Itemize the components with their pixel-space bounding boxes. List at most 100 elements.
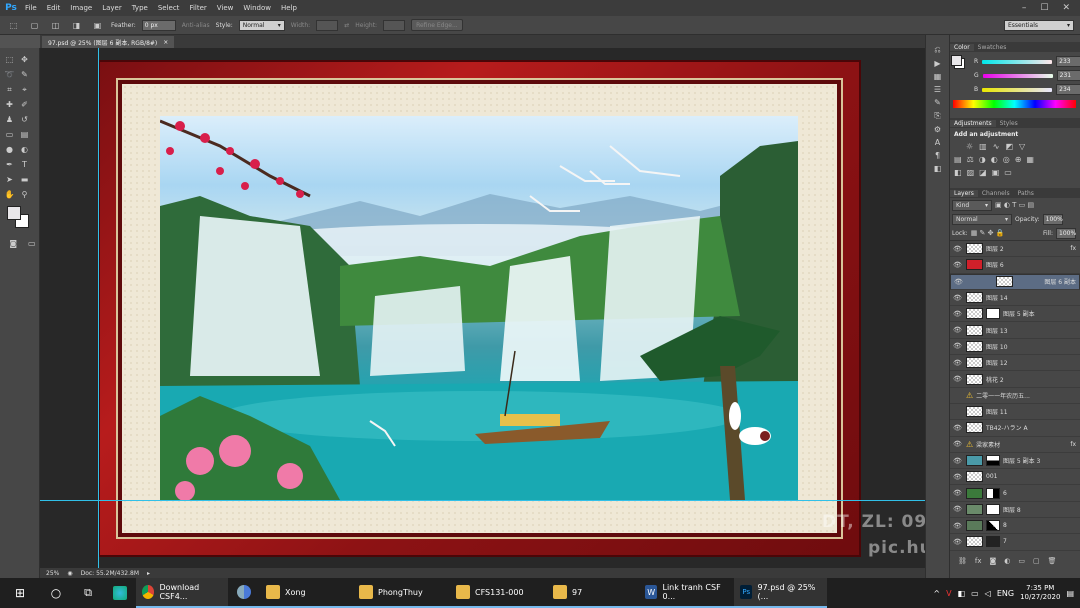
visibility-eye-icon[interactable]: 👁 — [953, 505, 963, 513]
g-value[interactable]: 231 — [1056, 70, 1080, 81]
properties-icon[interactable]: ☰ — [934, 85, 941, 94]
close-tab-icon[interactable]: × — [163, 39, 168, 46]
blend-mode-select[interactable]: Normal ▾ — [952, 213, 1012, 225]
taskbar-word-link-tranh[interactable]: W Link tranh CSF 0... — [639, 578, 734, 608]
adjust-icon[interactable]: ▦ — [934, 72, 942, 81]
guide-line-horizontal[interactable] — [40, 500, 925, 501]
new-group-icon[interactable]: ▭ — [1018, 557, 1025, 565]
visibility-eye-icon[interactable]: 👁 — [953, 359, 963, 367]
layer-row[interactable]: 图层 11 — [950, 404, 1080, 421]
invert-icon[interactable]: ◧ — [954, 168, 962, 177]
vivaldi-tray-icon[interactable]: V — [946, 589, 951, 598]
b-value[interactable]: 234 — [1056, 84, 1080, 95]
subtract-selection-icon[interactable]: ◨ — [70, 19, 83, 32]
gradient-fill-icon[interactable]: ▭ — [1004, 168, 1012, 177]
fill-input[interactable]: 100% — [1056, 227, 1076, 239]
menu-type[interactable]: Type — [127, 4, 153, 12]
eraser-icon[interactable]: ▭ — [3, 128, 16, 141]
marquee-tool-icon[interactable]: ⬚ — [3, 53, 16, 66]
hand-tool-icon[interactable]: ✋ — [3, 188, 16, 201]
r-value[interactable]: 233 — [1056, 56, 1080, 67]
quick-select-icon[interactable]: ✎ — [18, 68, 31, 81]
visibility-eye-icon[interactable]: 👁 — [953, 473, 963, 481]
healing-brush-icon[interactable]: ✚ — [3, 98, 16, 111]
close-icon[interactable]: ✕ — [1062, 3, 1070, 13]
taskbar-folder-cfs131[interactable]: CFS131-000 — [450, 578, 547, 608]
antialias-checkbox[interactable]: Anti-alias — [182, 22, 210, 29]
filter-icons[interactable]: ▣ ◐ T ▭ ▤ — [995, 201, 1034, 209]
dodge-tool-icon[interactable]: ◐ — [18, 143, 31, 156]
brush-tool-icon[interactable]: ✐ — [18, 98, 31, 111]
fx-icon[interactable]: fx — [975, 557, 982, 565]
layer-comps-icon[interactable]: ◧ — [934, 164, 942, 173]
menu-filter[interactable]: Filter — [184, 4, 211, 12]
layer-row[interactable]: 👁 7 — [950, 534, 1080, 551]
lasso-tool-icon[interactable]: ➰ — [3, 68, 16, 81]
blur-tool-icon[interactable]: ● — [3, 143, 16, 156]
width-input[interactable] — [316, 19, 339, 31]
history-brush-icon[interactable]: ↺ — [18, 113, 31, 126]
vibrance-icon[interactable]: ▤ — [954, 155, 962, 164]
gradient-icon[interactable]: ▤ — [18, 128, 31, 141]
swap-icon[interactable]: ⇄ — [344, 22, 349, 29]
exposure-icon[interactable]: ◩ — [1005, 142, 1013, 151]
lock-icons[interactable]: ▦ ✎ ✥ 🔒 — [971, 229, 1005, 237]
taskbar-folder-97[interactable]: 97 — [547, 578, 639, 608]
bw-icon[interactable]: ◐ — [991, 155, 998, 164]
tool-presets-icon[interactable]: ⚙ — [934, 125, 941, 134]
tab-swatches[interactable]: Swatches — [974, 44, 1011, 51]
taskbar-app-chrome-2[interactable] — [228, 578, 260, 608]
tab-color[interactable]: Color — [950, 43, 974, 51]
move-tool-icon[interactable]: ✥ — [18, 53, 31, 66]
notification-icon[interactable]: ▤ — [1066, 589, 1074, 598]
visibility-eye-icon[interactable]: 👁 — [953, 375, 963, 383]
clock[interactable]: 7:35 PM 10/27/2020 — [1020, 584, 1060, 602]
color-ramp[interactable] — [953, 100, 1076, 108]
pen-tool-icon[interactable]: ✒ — [3, 158, 16, 171]
paragraph-icon[interactable]: ¶ — [935, 151, 940, 160]
taskbar-app-chrome-download[interactable]: Download CSF4... — [136, 578, 228, 608]
visibility-eye-icon[interactable]: 👁 — [953, 440, 963, 448]
height-input[interactable] — [383, 19, 406, 31]
language-indicator[interactable]: ENG — [997, 589, 1014, 598]
visibility-eye-icon[interactable]: 👁 — [953, 261, 963, 269]
tab-styles[interactable]: Styles — [996, 120, 1022, 127]
gradient-map-icon[interactable]: ▽ — [1019, 142, 1025, 151]
brightness-icon[interactable]: ☼ — [966, 142, 973, 151]
photo-filter-icon[interactable]: ◎ — [1003, 155, 1010, 164]
menu-layer[interactable]: Layer — [97, 4, 127, 12]
type-tool-icon[interactable]: T — [18, 158, 31, 171]
guide-line-vertical[interactable] — [98, 48, 99, 568]
layer-row[interactable]: 👁 6 — [950, 485, 1080, 502]
selective-color-icon[interactable]: ▣ — [992, 168, 1000, 177]
layer-row[interactable]: 👁 图层 14 — [950, 290, 1080, 307]
add-mask-icon[interactable]: ◙ — [990, 557, 997, 565]
layer-row[interactable]: 👁 图层 5 副本 3 — [950, 453, 1080, 470]
color-swatches[interactable] — [7, 206, 39, 232]
zoom-tool-icon[interactable]: ⚲ — [18, 188, 31, 201]
zoom-level[interactable]: 25% — [46, 570, 59, 577]
taskbar-folder-xong[interactable]: Xong — [260, 578, 353, 608]
layer-row[interactable]: 👁 图层 6 — [950, 257, 1080, 274]
clone-source-icon[interactable]: ⎘ — [934, 111, 940, 121]
workspace-select[interactable]: Essentials ▾ — [1004, 19, 1074, 31]
new-adjustment-icon[interactable]: ◐ — [1004, 557, 1010, 565]
visibility-eye-icon[interactable]: 👁 — [953, 326, 963, 334]
maximize-icon[interactable]: ☐ — [1040, 3, 1048, 13]
color-balance-icon[interactable]: ◑ — [979, 155, 986, 164]
start-windows-icon[interactable]: ⊞ — [0, 578, 40, 608]
hue-sat-icon[interactable]: ⚖ — [967, 155, 974, 164]
menu-image[interactable]: Image — [65, 4, 97, 12]
visibility-eye-icon[interactable]: 👁 — [953, 245, 963, 253]
status-arrow-icon[interactable]: ▸ — [147, 570, 150, 577]
threshold-icon[interactable]: ◪ — [979, 168, 987, 177]
visibility-eye-icon[interactable]: 👁 — [954, 278, 964, 286]
search-circle-icon[interactable]: ○ — [40, 578, 72, 608]
layer-row[interactable]: 👁 图层 12 — [950, 355, 1080, 372]
menu-file[interactable]: File — [20, 4, 42, 12]
foreground-color-swatch[interactable] — [7, 206, 21, 220]
opacity-input[interactable]: 100% — [1042, 213, 1063, 225]
task-view-icon[interactable]: ⧉ — [72, 578, 104, 608]
visibility-eye-icon[interactable]: 👁 — [953, 522, 963, 530]
actions-play-icon[interactable]: ▶ — [934, 59, 940, 68]
